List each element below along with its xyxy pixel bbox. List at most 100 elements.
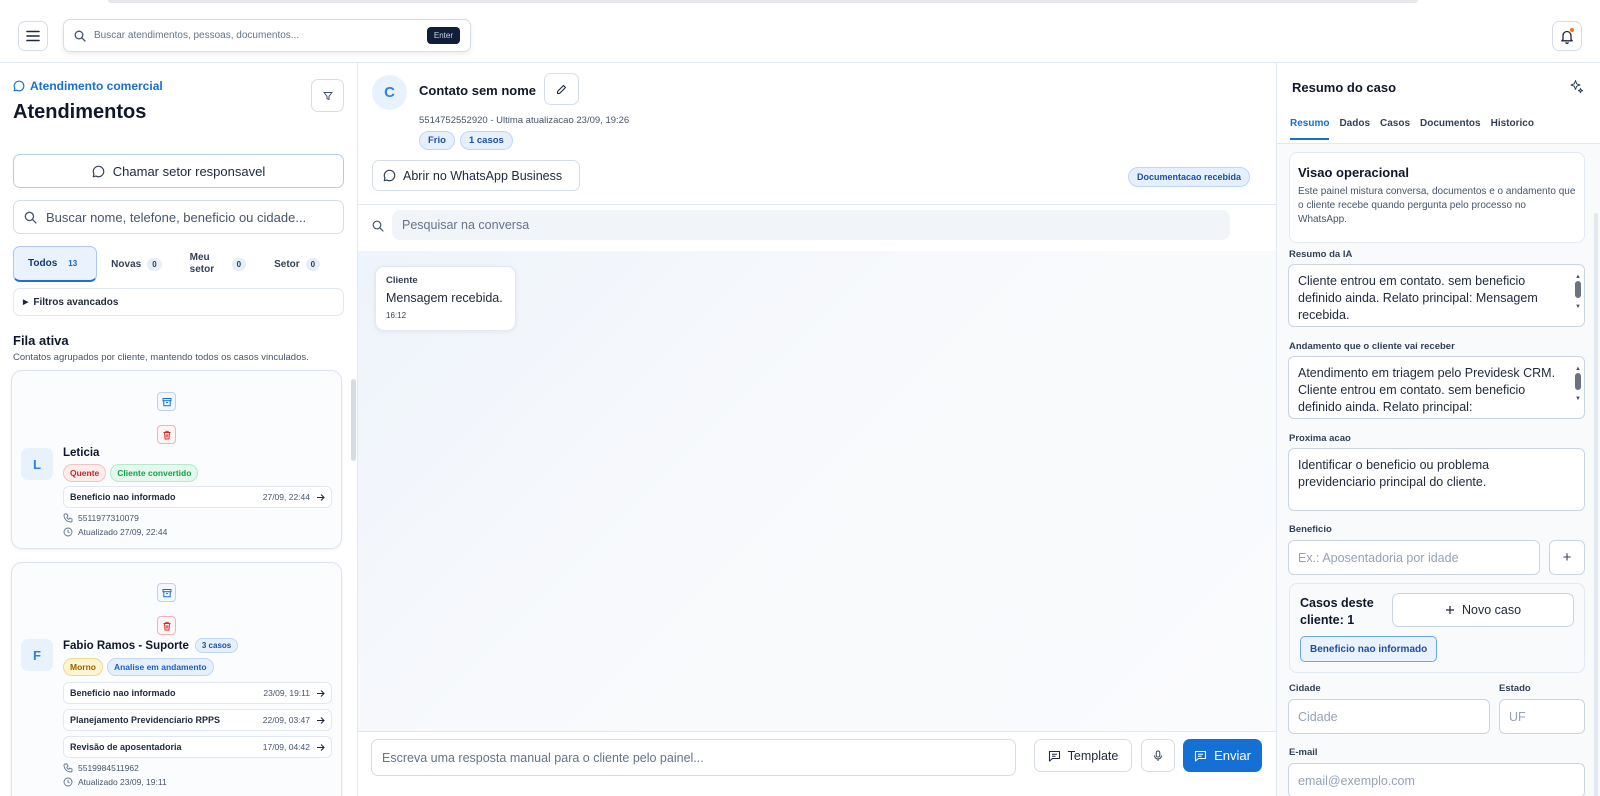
case-row[interactable]: Planejamento Previdenciario RPPS 22/09, … [63,709,332,731]
top-bar: Buscar atendimentos, pessoas, documentos… [0,0,1600,63]
filter-tabs: Todos 13 Novas 0 Meu setor 0 Setor 0 [13,246,344,282]
send-button[interactable]: Enviar [1183,739,1262,772]
add-benefit-button[interactable]: + [1549,540,1585,575]
case-chip[interactable]: Beneficio nao informado [1300,636,1438,662]
sparkle-icon[interactable] [1569,79,1584,94]
queue-title: Fila ativa [13,333,69,348]
textarea-scrollbar[interactable]: ▲ ▼ [1575,269,1581,323]
contact-name: Contato sem nome [419,83,537,98]
contact-card[interactable]: L Leticia Quente Cliente convertido Bene… [11,370,342,549]
conversation-search-input[interactable]: Pesquisar na conversa [392,210,1230,240]
state-input[interactable]: UF [1499,699,1585,734]
reply-input[interactable]: Escreva uma resposta manual para o clien… [371,739,1016,776]
arrow-right-icon [317,716,325,724]
tab-resumo[interactable]: Resumo [1290,118,1330,140]
ai-summary-textarea[interactable]: Cliente entrou em contato. sem beneficio… [1288,264,1585,327]
contact-phone: 5511977310079 [63,513,139,523]
global-search-input[interactable]: Buscar atendimentos, pessoas, documentos… [94,30,427,41]
field-label: E-mail [1289,747,1318,758]
chat-bubble-icon [92,165,105,177]
operational-view-card: Visao operacional Este painel mistura co… [1289,152,1585,243]
field-label: Andamento que o cliente vai receber [1289,341,1455,352]
contact-search[interactable]: Buscar nome, telefone, beneficio ou cida… [13,200,344,234]
notifications-button[interactable] [1552,21,1582,51]
filter-icon [323,91,332,100]
advanced-filters-toggle[interactable]: ▶ Filtros avancados [13,288,344,316]
contact-subtitle: 5514752552920 - Ultima atualizacao 23/09… [419,115,630,126]
tab-todos[interactable]: Todos 13 [13,246,98,282]
arrow-right-icon [317,743,325,751]
queue-subtitle: Contatos agrupados por cliente, mantendo… [13,352,309,363]
textarea-scrollbar[interactable]: ▲ ▼ [1575,361,1581,415]
message-text: Mensagem recebida. [386,291,503,305]
delete-button[interactable] [157,616,176,635]
trash-icon [163,621,170,630]
template-button[interactable]: Template [1034,739,1132,772]
contact-phone: 5519984511962 [63,763,139,773]
tab-dados[interactable]: Dados [1339,118,1370,140]
email-input[interactable]: email@exemplo.com [1288,763,1585,796]
contact-chips: Frio 1 casos [419,131,513,150]
tab-documentos[interactable]: Documentos [1420,118,1481,140]
arrow-right-icon [317,493,325,501]
arrow-right-icon [317,689,325,697]
scrollbar-thumb[interactable] [1575,281,1581,298]
city-input[interactable]: Cidade [1288,699,1490,734]
status-badge: Analise em andamento [106,658,214,676]
progress-textarea[interactable]: Atendimento em triagem pelo Previdesk CR… [1288,356,1585,419]
field-label: Resumo da IA [1289,249,1353,260]
archive-icon [162,397,171,406]
case-summary-panel: Resumo do caso Resumo Dados Casos Docume… [1276,63,1600,796]
filter-button[interactable] [311,79,344,112]
sidebar-scrollbar[interactable] [351,379,356,461]
new-case-button[interactable]: Novo caso [1392,593,1574,627]
message-time: 16:12 [386,311,407,320]
contact-card[interactable]: F Fabio Ramos - Suporte 3 casos Morno An… [11,562,342,796]
avatar: F [21,639,53,671]
call-sector-button[interactable]: Chamar setor responsavel [13,154,344,188]
message-sender: Cliente [386,275,418,286]
scrollbar-thumb[interactable] [1575,373,1581,390]
panel-scrollbar[interactable] [1594,213,1598,796]
arrow-down-icon: ▼ [1575,396,1581,402]
benefit-input[interactable]: Ex.: Aposentadoria por idade [1288,540,1540,575]
client-cases-card: Casos deste cliente: 1 Novo caso Benefic… [1289,583,1585,673]
contact-avatar: C [372,75,407,110]
tab-historico[interactable]: Historico [1491,118,1534,140]
search-icon [74,30,86,42]
case-row[interactable]: Revisão de aposentadoria 17/09, 04:42 [63,736,332,758]
next-action-textarea[interactable]: Identificar o beneficio ou problema prev… [1288,448,1585,511]
enter-badge: Enter [426,27,460,44]
divider [358,204,1276,205]
menu-button[interactable] [18,21,48,51]
status-badge: Cliente convertido [110,464,199,482]
chat-bubble-icon [13,80,25,92]
search-icon [372,220,384,232]
pencil-icon [556,84,567,94]
tab-casos[interactable]: Casos [1380,118,1410,140]
temperature-badge: Morno [63,658,103,676]
archive-button[interactable] [157,392,176,411]
open-whatsapp-button[interactable]: Abrir no WhatsApp Business [372,160,580,191]
hamburger-icon [26,30,40,42]
sector-label[interactable]: Atendimento comercial [13,79,163,93]
tab-meu-setor[interactable]: Meu setor 0 [176,246,260,282]
case-row[interactable]: Beneficio nao informado 23/09, 19:11 [63,682,332,704]
message-list: Cliente Mensagem recebida. 16:12 [358,251,1276,731]
tab-novas[interactable]: Novas 0 [97,246,175,282]
delete-button[interactable] [157,425,176,444]
documentation-badge: Documentacao recebida [1128,167,1251,187]
trash-icon [163,430,170,439]
archive-button[interactable] [157,583,176,602]
browser-strip [108,0,1418,3]
case-tabs: Resumo Dados Casos Documentos Historico [1290,118,1534,140]
notification-dot [1569,27,1575,33]
edit-contact-button[interactable] [544,73,579,105]
microphone-button[interactable] [1141,739,1175,772]
global-search[interactable]: Buscar atendimentos, pessoas, documentos… [63,19,471,52]
message-bubble: Cliente Mensagem recebida. 16:12 [375,266,516,331]
contact-search-input[interactable]: Buscar nome, telefone, beneficio ou cida… [46,210,306,225]
case-row[interactable]: Beneficio nao informado 27/09, 22:44 [63,486,332,508]
tab-setor[interactable]: Setor 0 [260,246,334,282]
contact-name: Fabio Ramos - Suporte 3 casos [63,638,239,653]
